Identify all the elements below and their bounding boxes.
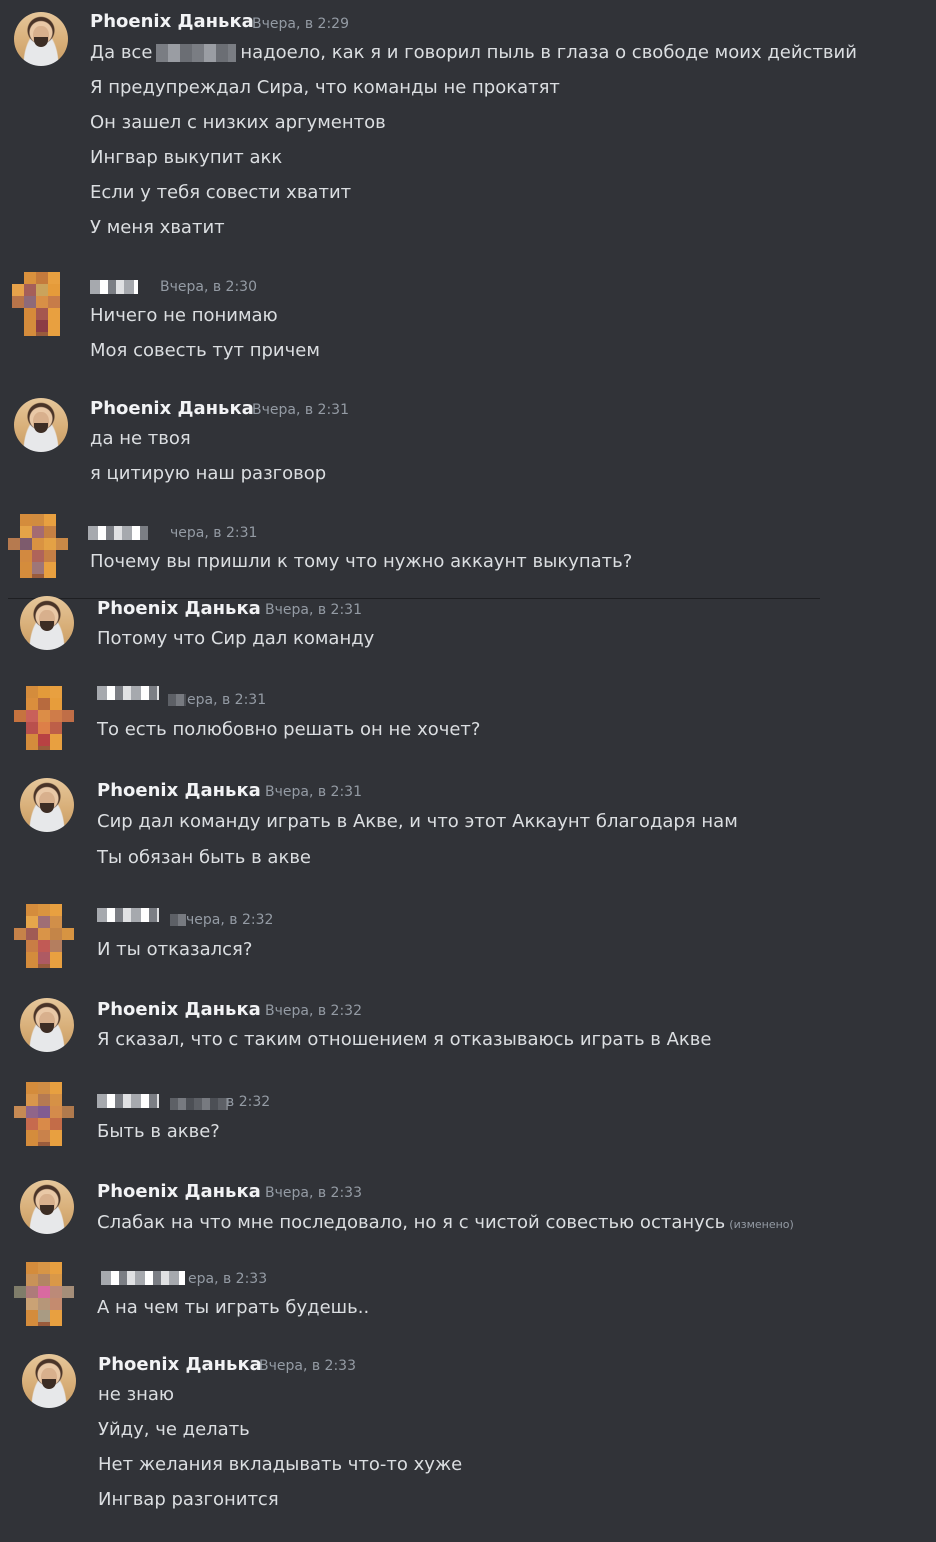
user-avatar[interactable] <box>14 904 74 968</box>
message-line: я цитирую наш разговор <box>90 463 327 484</box>
message-timestamp: Вчера, в 2:31 <box>265 784 362 800</box>
message-line: Быть в акве? <box>97 1121 220 1142</box>
redacted-author-name <box>97 1094 159 1108</box>
user-avatar[interactable] <box>14 12 68 66</box>
message-timestamp: Вчера, в 2:33 <box>265 1185 362 1201</box>
message-timestamp: Вчера, в 2:30 <box>160 279 257 295</box>
message-line: Потому что Сир дал команду <box>97 628 375 649</box>
message-timestamp: в 2:32 <box>226 1094 271 1110</box>
message-line: И ты отказался? <box>97 939 253 960</box>
user-avatar[interactable] <box>20 778 74 832</box>
author-name[interactable]: Phoenix Данька <box>90 11 254 32</box>
user-avatar[interactable] <box>20 998 74 1052</box>
author-name[interactable]: Phoenix Данька <box>97 1181 261 1202</box>
user-avatar[interactable] <box>14 686 74 750</box>
message-line: Нет желания вкладывать что-то хуже <box>98 1454 463 1475</box>
redacted-time <box>170 1098 228 1110</box>
message-line: Ингвар выкупит акк <box>90 147 283 168</box>
message-timestamp: Вчера, в 2:31 <box>252 402 349 418</box>
message-line: Сир дал команду играть в Акве, и что это… <box>97 811 738 832</box>
message-timestamp: Вчера, в 2:32 <box>265 1003 362 1019</box>
message-line: Моя совесть тут причем <box>90 340 320 361</box>
user-avatar[interactable] <box>8 514 68 578</box>
message-timestamp: чера, в 2:31 <box>170 525 258 541</box>
message-line: да не твоя <box>90 428 191 449</box>
author-name[interactable]: Phoenix Данька <box>97 999 261 1020</box>
message-line: Он зашел с низких аргументов <box>90 112 386 133</box>
message-timestamp: Вчера, в 2:29 <box>252 16 349 32</box>
message-timestamp: Вчера, в 2:33 <box>259 1358 356 1374</box>
message-line: Если у тебя совести хватит <box>90 182 352 203</box>
message-line: Я сказал, что с таким отношением я отказ… <box>97 1029 712 1050</box>
redacted-author-name <box>97 908 159 922</box>
message-line: Ты обязан быть в акве <box>97 847 312 868</box>
redacted-text <box>156 44 237 62</box>
message-line: Я предупреждал Сира, что команды не прок… <box>90 77 560 98</box>
message-timestamp: ера, в 2:33 <box>188 1271 268 1287</box>
user-avatar[interactable] <box>14 398 68 452</box>
user-avatar[interactable] <box>14 1262 74 1326</box>
message-line: Почему вы пришли к тому что нужно аккаун… <box>90 551 633 572</box>
author-name[interactable]: Phoenix Данька <box>98 1354 262 1375</box>
message-timestamp: Вчера, в 2:31 <box>265 602 362 618</box>
author-name[interactable]: Phoenix Данька <box>90 398 254 419</box>
message-line: У меня хватит <box>90 217 225 238</box>
redacted-author-name <box>90 280 138 294</box>
message-line: Уйду, че делать <box>98 1419 250 1440</box>
author-name[interactable]: Phoenix Данька <box>97 780 261 801</box>
user-avatar[interactable] <box>20 596 74 650</box>
message-line: Ничего не понимаю <box>90 305 278 326</box>
user-avatar[interactable] <box>12 272 72 336</box>
redacted-time <box>170 914 186 926</box>
user-avatar[interactable] <box>14 1082 74 1146</box>
message-line: Слабак на что мне последовало, но я с чи… <box>97 1212 794 1233</box>
message-line: Ингвар разгонится <box>98 1489 279 1510</box>
message-timestamp: чера, в 2:32 <box>186 912 274 928</box>
author-name[interactable]: Phoenix Данька <box>97 598 261 619</box>
redacted-time <box>168 694 186 706</box>
message-line: То есть полюбовно решать он не хочет? <box>97 719 481 740</box>
user-avatar[interactable] <box>22 1354 76 1408</box>
edited-label: (изменено) <box>729 1218 794 1231</box>
message-line: не знаю <box>98 1384 175 1405</box>
redacted-author-name <box>97 686 159 700</box>
user-avatar[interactable] <box>20 1180 74 1234</box>
message-timestamp: ера, в 2:31 <box>187 692 267 708</box>
message-line: Да все надоело, как я и говорил пыль в гл… <box>90 42 857 63</box>
redacted-author-name <box>101 1271 185 1285</box>
redacted-author-name <box>88 526 148 540</box>
message-line: А на чем ты играть будешь.. <box>97 1297 370 1318</box>
